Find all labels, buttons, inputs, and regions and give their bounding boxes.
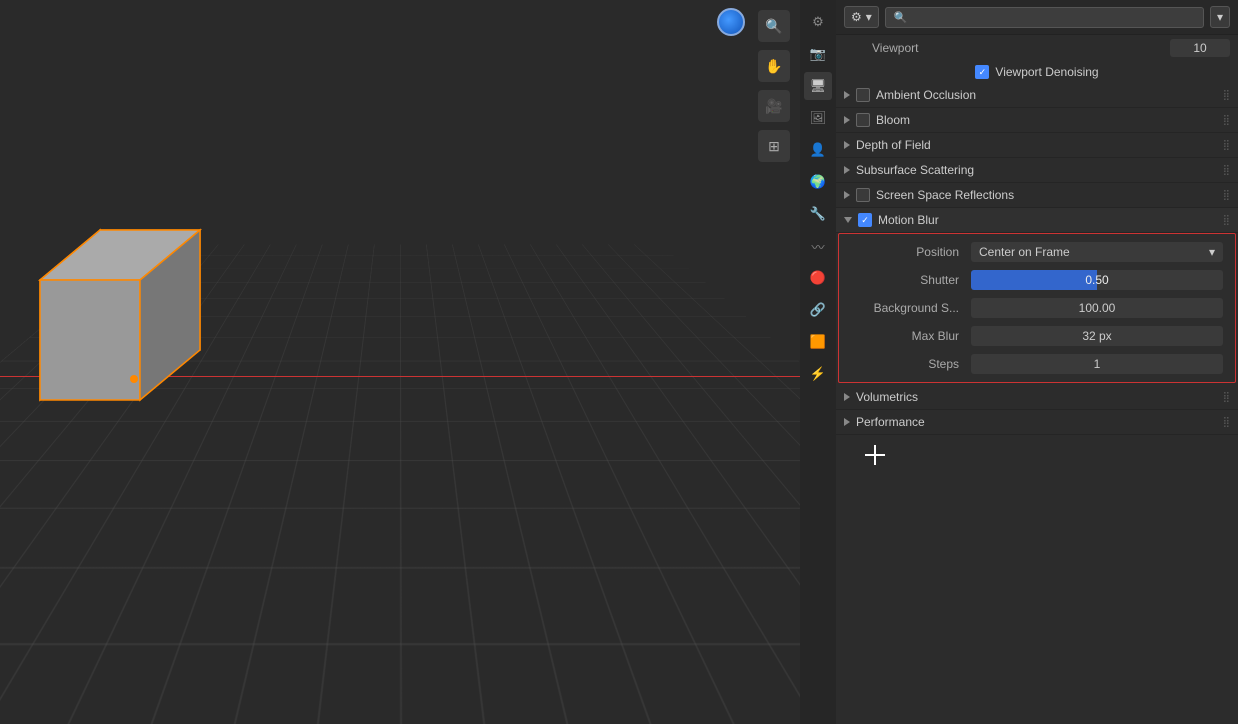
sidebar-icon-particles[interactable]: 🔴 bbox=[804, 264, 832, 292]
ao-checkbox[interactable] bbox=[856, 88, 870, 102]
motion-blur-section[interactable]: ✓ Motion Blur ⣿ bbox=[836, 208, 1238, 233]
bloom-checkbox[interactable] bbox=[856, 113, 870, 127]
dof-label: Depth of Field bbox=[856, 138, 1223, 152]
motion-blur-content: Position Center on Frame ▾ Shutter 0.50 … bbox=[838, 233, 1236, 383]
performance-section[interactable]: Performance ⣿ bbox=[836, 410, 1238, 435]
viewport-denoising-row: ✓ Viewport Denoising bbox=[836, 61, 1238, 83]
volumetrics-section[interactable]: Volumetrics ⣿ bbox=[836, 385, 1238, 410]
sidebar-icon-object[interactable]: 🔧 bbox=[804, 200, 832, 228]
bg-scale-value[interactable]: 100.00 bbox=[971, 298, 1223, 318]
position-dropdown-arrow: ▾ bbox=[1209, 245, 1215, 259]
grid-icon[interactable]: ⊞ bbox=[758, 130, 790, 162]
mb-handle[interactable]: ⣿ bbox=[1223, 215, 1230, 226]
sidebar-icon-world[interactable]: 🌍 bbox=[804, 168, 832, 196]
view-indicator bbox=[717, 8, 745, 36]
bg-scale-row: Background S... 100.00 bbox=[839, 294, 1235, 322]
camera-icon[interactable]: 🎥 bbox=[758, 90, 790, 122]
viewport-value[interactable]: 10 bbox=[1170, 39, 1230, 57]
panel-dropdown-icon: ⚙ bbox=[851, 10, 862, 24]
dof-arrow bbox=[844, 141, 850, 149]
bloom-label: Bloom bbox=[876, 113, 1223, 127]
mb-arrow bbox=[844, 217, 852, 223]
properties-panel: ⚙ ▾ 🔍 ▾ Viewport 10 ✓ Viewport Denoising… bbox=[836, 0, 1238, 724]
shutter-label: Shutter bbox=[851, 273, 971, 287]
bg-scale-label: Background S... bbox=[851, 301, 971, 315]
sidebar-icon-view-layer[interactable]: 🖼 bbox=[804, 104, 832, 132]
right-panel: ⚙ 📷 🖥 🖼 👤 🌍 🔧 〰 🔴 🔗 🟧 ⚡ ⚙ ▾ 🔍 ▾ Viewpo bbox=[800, 0, 1238, 724]
mb-label: Motion Blur bbox=[878, 213, 1223, 227]
panel-expand-button[interactable]: ▾ bbox=[1210, 6, 1230, 28]
shutter-value[interactable]: 0.50 bbox=[971, 270, 1223, 290]
hand-icon[interactable]: ✋ bbox=[758, 50, 790, 82]
vol-arrow bbox=[844, 393, 850, 401]
sidebar-icon-scene2[interactable]: 👤 bbox=[804, 136, 832, 164]
ssr-arrow bbox=[844, 191, 850, 199]
sidebar-icon-data[interactable]: 🟧 bbox=[804, 328, 832, 356]
dof-section[interactable]: Depth of Field ⣿ bbox=[836, 133, 1238, 158]
max-blur-value[interactable]: 32 px bbox=[971, 326, 1223, 346]
max-blur-label: Max Blur bbox=[851, 329, 971, 343]
sidebar-icons: ⚙ 📷 🖥 🖼 👤 🌍 🔧 〰 🔴 🔗 🟧 ⚡ bbox=[800, 0, 836, 724]
perf-label: Performance bbox=[856, 415, 1223, 429]
perf-arrow bbox=[844, 418, 850, 426]
steps-label: Steps bbox=[851, 357, 971, 371]
max-blur-row: Max Blur 32 px bbox=[839, 322, 1235, 350]
ambient-occlusion-section[interactable]: Ambient Occlusion ⣿ bbox=[836, 83, 1238, 108]
ssr-section[interactable]: Screen Space Reflections ⣿ bbox=[836, 183, 1238, 208]
ssr-label: Screen Space Reflections bbox=[876, 188, 1223, 202]
sidebar-icon-output[interactable]: 🖥 bbox=[804, 72, 832, 100]
steps-value[interactable]: 1 bbox=[971, 354, 1223, 374]
denoising-label: Viewport Denoising bbox=[995, 65, 1098, 79]
sss-handle[interactable]: ⣿ bbox=[1223, 165, 1230, 176]
origin-dot bbox=[130, 375, 138, 383]
bloom-section[interactable]: Bloom ⣿ bbox=[836, 108, 1238, 133]
position-row: Position Center on Frame ▾ bbox=[839, 238, 1235, 266]
ao-arrow bbox=[844, 91, 850, 99]
3d-cube bbox=[20, 200, 220, 420]
sss-section[interactable]: Subsurface Scattering ⣿ bbox=[836, 158, 1238, 183]
steps-row: Steps 1 bbox=[839, 350, 1235, 378]
dof-handle[interactable]: ⣿ bbox=[1223, 140, 1230, 151]
sss-label: Subsurface Scattering bbox=[856, 163, 1223, 177]
search-icon: 🔍 bbox=[894, 11, 908, 24]
sss-arrow bbox=[844, 166, 850, 174]
position-dropdown[interactable]: Center on Frame ▾ bbox=[971, 242, 1223, 262]
bloom-arrow bbox=[844, 116, 850, 124]
position-value: Center on Frame bbox=[979, 245, 1070, 259]
sidebar-icon-constraints[interactable]: 🔗 bbox=[804, 296, 832, 324]
ao-handle[interactable]: ⣿ bbox=[1223, 90, 1230, 101]
ssr-checkbox[interactable] bbox=[856, 188, 870, 202]
zoom-icon[interactable]: 🔍 bbox=[758, 10, 790, 42]
panel-dropdown[interactable]: ⚙ ▾ bbox=[844, 6, 879, 28]
ssr-handle[interactable]: ⣿ bbox=[1223, 190, 1230, 201]
position-label: Position bbox=[851, 245, 971, 259]
viewport-label: Viewport bbox=[864, 41, 1170, 55]
shutter-row: Shutter 0.50 bbox=[839, 266, 1235, 294]
denoising-checkbox[interactable]: ✓ bbox=[975, 65, 989, 79]
panel-dropdown-arrow: ▾ bbox=[866, 10, 872, 24]
vol-handle[interactable]: ⣿ bbox=[1223, 392, 1230, 403]
sidebar-icon-render[interactable]: 📷 bbox=[804, 40, 832, 68]
panel-header: ⚙ ▾ 🔍 ▾ bbox=[836, 0, 1238, 35]
bloom-handle[interactable]: ⣿ bbox=[1223, 115, 1230, 126]
sidebar-icon-modifier[interactable]: 〰 bbox=[804, 232, 832, 260]
vol-label: Volumetrics bbox=[856, 390, 1223, 404]
sidebar-icon-scene[interactable]: ⚙ bbox=[804, 8, 832, 36]
sidebar-icon-material[interactable]: ⚡ bbox=[804, 360, 832, 388]
perf-handle[interactable]: ⣿ bbox=[1223, 417, 1230, 428]
viewport-samples-row: Viewport 10 bbox=[836, 35, 1238, 61]
viewport-toolbar: 🔍 ✋ 🎥 ⊞ bbox=[758, 10, 790, 162]
ao-label: Ambient Occlusion bbox=[876, 88, 1223, 102]
viewport-area: 🔍 ✋ 🎥 ⊞ bbox=[0, 0, 800, 724]
mb-checkbox[interactable]: ✓ bbox=[858, 213, 872, 227]
search-box[interactable]: 🔍 bbox=[885, 7, 1204, 28]
